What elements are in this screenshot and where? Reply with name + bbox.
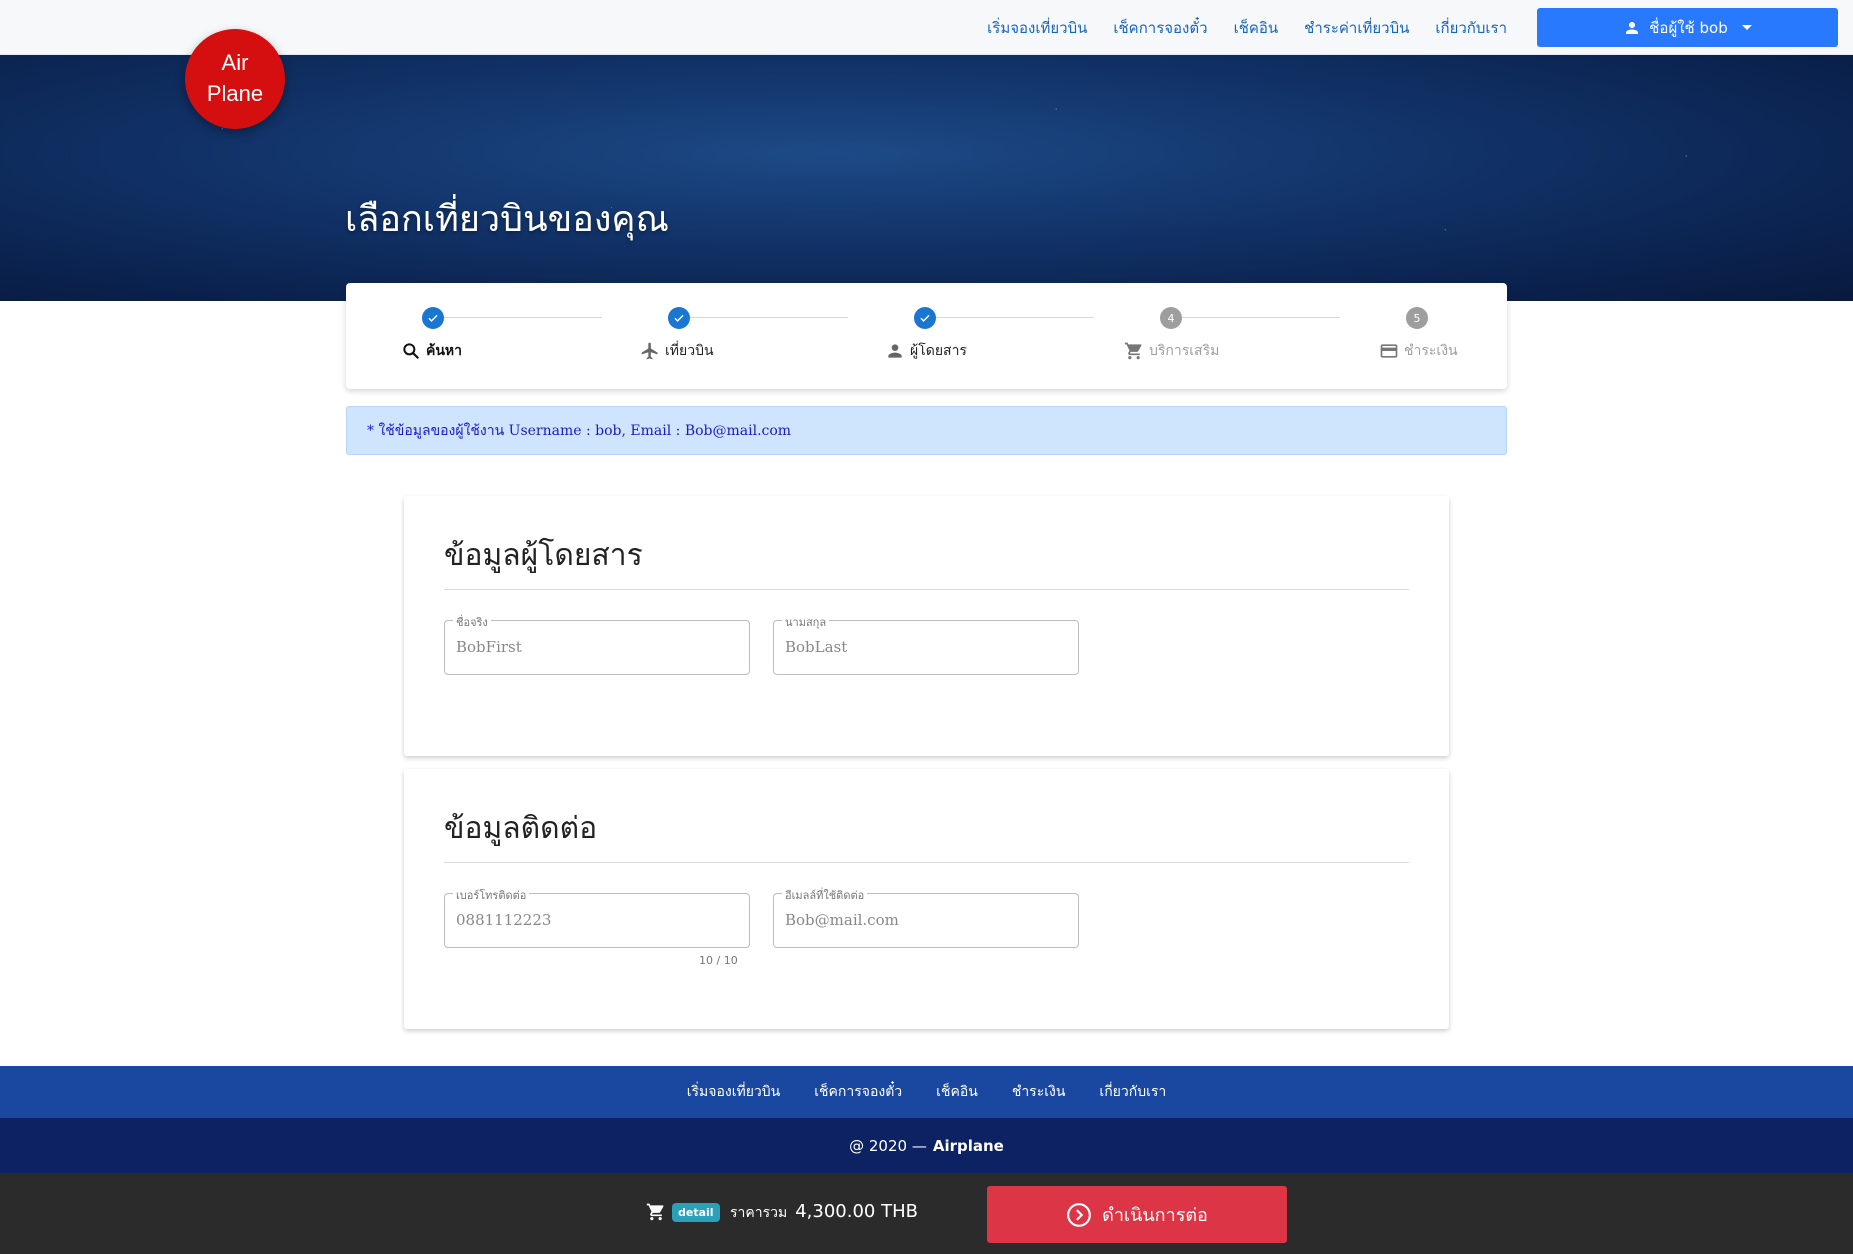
user-menu-label: ชื่อผู้ใช้ bob	[1649, 18, 1728, 37]
contact-card-title: ข้อมูลติดต่อ	[444, 811, 598, 846]
continue-button-label: ดำเนินการต่อ	[1102, 1205, 1208, 1226]
airplane-logo[interactable]: Air Plane	[185, 29, 285, 129]
phone-value: 0881112223	[456, 911, 552, 929]
nav-link-check-booking[interactable]: เช็คการจองตั๋ว	[1113, 16, 1207, 40]
first-name-label: ชื่อจริง	[453, 613, 491, 631]
step-extras-label: บริการเสริม	[1149, 343, 1220, 359]
cart-icon	[1124, 342, 1142, 360]
step-connector	[444, 317, 602, 318]
user-info-alert: * ใช้ข้อมูลของผู้ใช้งาน Username : bob, …	[346, 406, 1507, 455]
step-passenger-label: ผู้โดยสาร	[910, 343, 967, 359]
cart-icon	[646, 1203, 664, 1221]
credit-card-icon	[1380, 344, 1398, 358]
last-name-value: BobLast	[785, 638, 848, 656]
footer-link-payment[interactable]: ชำระเงิน	[1012, 1081, 1066, 1103]
continue-button[interactable]: ดำเนินการต่อ	[987, 1186, 1287, 1243]
email-label: อีเมลล์ที่ใช้ติดต่อ	[782, 886, 868, 904]
phone-label: เบอร์โทรติดต่อ	[453, 886, 530, 904]
step-4-number: 4	[1160, 307, 1182, 329]
total-amount: 4,300.00 THB	[795, 1201, 918, 1222]
page-title: เลือกเที่ยวบินของคุณ	[345, 199, 669, 240]
cart-summary: detail	[646, 1202, 720, 1222]
footer-copyright: @ 2020 — Airplane	[0, 1118, 1853, 1173]
detail-badge[interactable]: detail	[672, 1202, 720, 1222]
logo-line-2: Plane	[206, 81, 264, 106]
passenger-info-card: ข้อมูลผู้โดยสาร ชื่อจริง BobFirst นามสกุ…	[404, 496, 1449, 756]
nav-link-start-booking[interactable]: เริ่มจองเที่ยวบิน	[987, 16, 1087, 40]
first-name-value: BobFirst	[456, 638, 522, 656]
contact-info-card: ข้อมูลติดต่อ เบอร์โทรติดต่อ 0881112223 1…	[404, 769, 1449, 1029]
phone-char-counter: 10 / 10	[699, 954, 738, 967]
step-extras[interactable]: บริการเสริม	[1124, 339, 1219, 363]
step-payment-label: ชำระเงิน	[1404, 343, 1458, 359]
email-field[interactable]: อีเมลล์ที่ใช้ติดต่อ Bob@mail.com	[773, 886, 1079, 948]
footer-nav: เริ่มจองเที่ยวบิน เช็คการจองตั๋ว เช็คอิน…	[0, 1066, 1853, 1118]
step-connector	[1182, 317, 1340, 318]
person-icon	[888, 344, 902, 358]
footer-link-about[interactable]: เกี่ยวกับเรา	[1099, 1081, 1166, 1103]
first-name-field[interactable]: ชื่อจริง BobFirst	[444, 613, 750, 675]
step-3-check-icon	[914, 307, 936, 329]
booking-stepper: 4 5 ค้นหา เที่ยวบิน ผู้โดยสาร บริการเสริ…	[346, 283, 1507, 389]
airplane-icon	[641, 342, 658, 360]
passenger-card-title: ข้อมูลผู้โดยสาร	[444, 538, 643, 573]
last-name-label: นามสกุล	[782, 613, 830, 631]
step-payment[interactable]: ชำระเงิน	[1379, 339, 1458, 363]
total-label: ราคารวม	[730, 1205, 788, 1221]
step-connector	[936, 317, 1094, 318]
top-navbar: เริ่มจองเที่ยวบิน เช็คการจองตั๋ว เช็คอิน…	[0, 0, 1853, 55]
step-flight-label: เที่ยวบิน	[665, 343, 714, 359]
user-menu-button[interactable]: ชื่อผู้ใช้ bob	[1537, 8, 1838, 47]
step-connector	[690, 317, 848, 318]
step-search[interactable]: ค้นหา	[401, 339, 462, 363]
logo-line-1: Air	[221, 50, 249, 76]
footer-link-start-booking[interactable]: เริ่มจองเที่ยวบิน	[687, 1081, 781, 1103]
footer-link-check-in[interactable]: เช็คอิน	[936, 1081, 978, 1103]
step-5-number: 5	[1406, 307, 1428, 329]
total-price: ราคารวม 4,300.00 THB	[730, 1201, 918, 1224]
nav-link-about[interactable]: เกี่ยวกับเรา	[1435, 16, 1507, 40]
nav-link-pay-flight[interactable]: ชำระค่าเที่ยวบิน	[1304, 16, 1409, 40]
chevron-down-icon	[1741, 25, 1752, 30]
divider	[444, 862, 1409, 863]
nav-link-check-in[interactable]: เช็คอิน	[1234, 16, 1279, 40]
footer-link-check-booking[interactable]: เช็คการจองตั๋ว	[814, 1081, 902, 1103]
step-passenger[interactable]: ผู้โดยสาร	[885, 339, 967, 363]
email-value: Bob@mail.com	[785, 911, 899, 929]
checkout-bar: detail ราคารวม 4,300.00 THB ดำเนินการต่อ	[0, 1173, 1853, 1254]
last-name-field[interactable]: นามสกุล BobLast	[773, 613, 1079, 675]
divider	[444, 589, 1409, 590]
copyright-brand: Airplane	[932, 1136, 1004, 1155]
search-icon	[403, 343, 419, 359]
person-icon	[1626, 21, 1639, 34]
step-flight[interactable]: เที่ยวบิน	[640, 339, 714, 363]
step-2-check-icon	[668, 307, 690, 329]
phone-field[interactable]: เบอร์โทรติดต่อ 0881112223	[444, 886, 750, 948]
step-1-check-icon	[422, 307, 444, 329]
nav-links: เริ่มจองเที่ยวบิน เช็คการจองตั๋ว เช็คอิน…	[987, 0, 1507, 55]
chevron-right-circle-icon	[1067, 1202, 1092, 1227]
copyright-prefix: @ 2020 —	[849, 1136, 927, 1155]
step-search-label: ค้นหา	[426, 343, 463, 359]
